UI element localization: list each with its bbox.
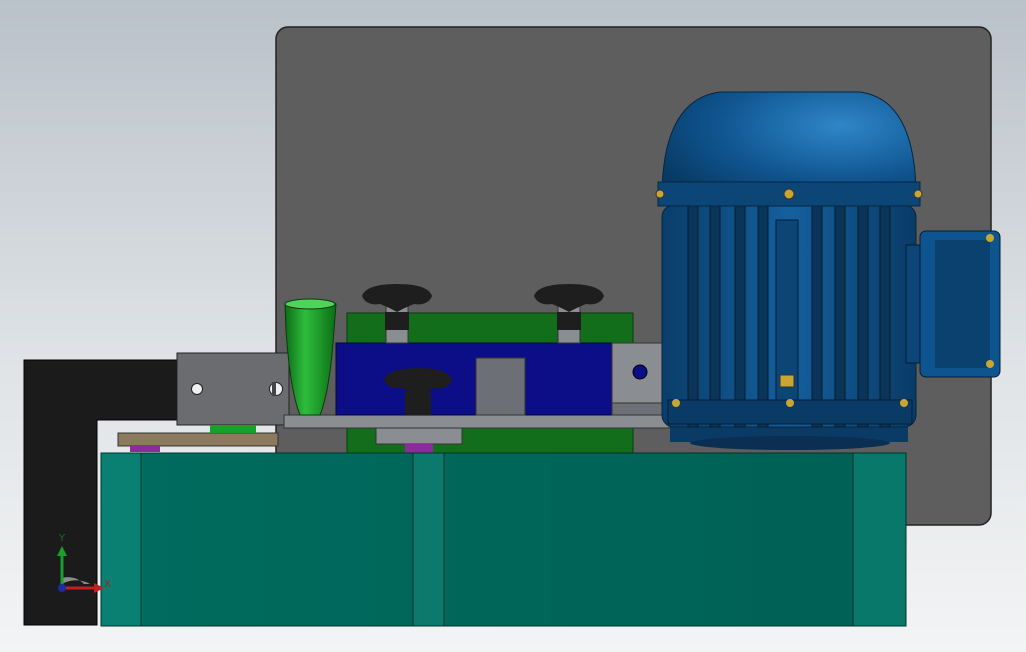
- directional-valve: [335, 342, 613, 416]
- triad-x-label: X: [104, 579, 111, 590]
- tank-divider: [412, 452, 445, 627]
- valve-window: [475, 357, 526, 416]
- strainer-bar: [117, 432, 279, 447]
- triad-y-label: Y: [59, 533, 66, 544]
- oil-tank: [100, 452, 907, 627]
- cad-viewport[interactable]: Y X: [0, 0, 1026, 652]
- valve-base-plate: [283, 414, 670, 429]
- flange-bolt-left: [191, 383, 203, 395]
- end-cap-port: [632, 364, 648, 380]
- hydraulic-unit-drawing: [23, 26, 1001, 627]
